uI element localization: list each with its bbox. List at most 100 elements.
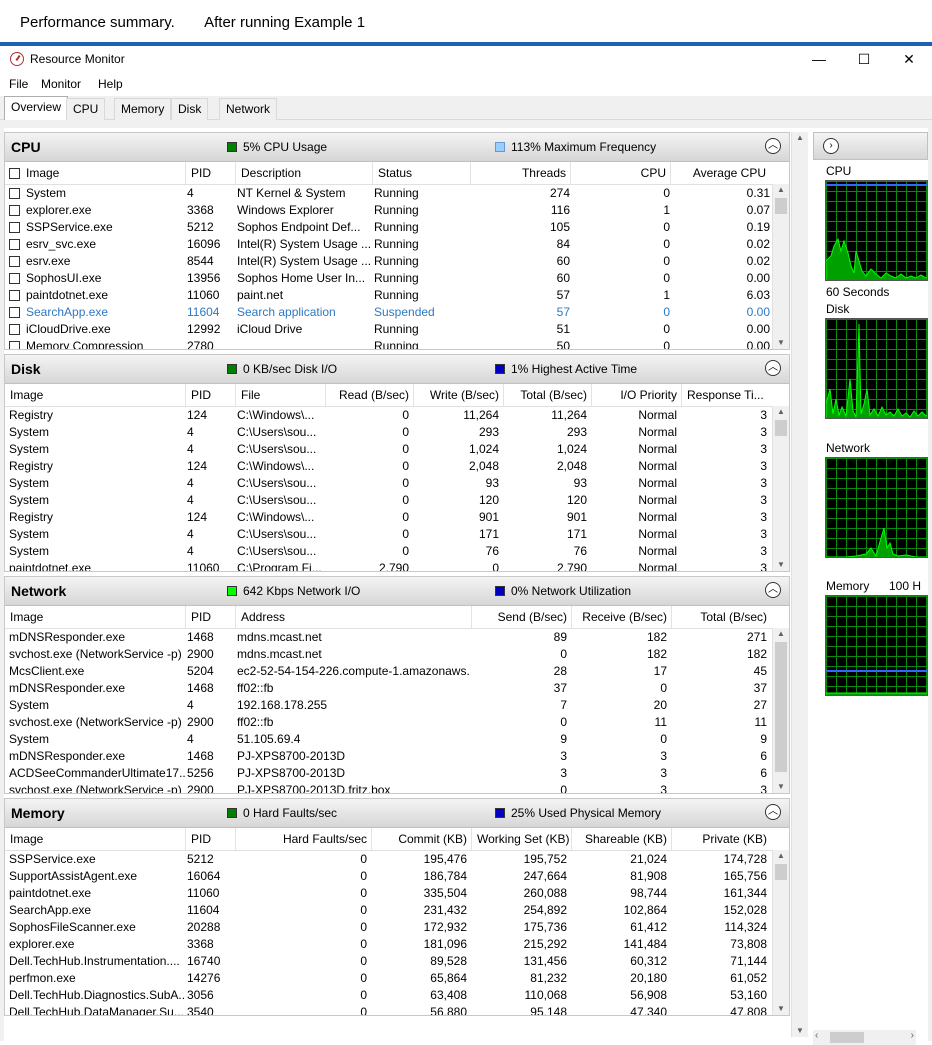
disk-col-response[interactable]: Response Ti... <box>681 384 771 406</box>
cpu-col-status[interactable]: Status <box>372 162 470 184</box>
cpu-col-pid[interactable]: PID <box>185 162 235 184</box>
net-col-receive[interactable]: Receive (B/sec) <box>571 606 671 628</box>
memory-section-header[interactable]: Memory 0 Hard Faults/sec 25% Used Physic… <box>5 799 789 828</box>
menu-monitor[interactable]: Monitor <box>41 77 81 91</box>
cpu-scrollbar[interactable]: ▲ ▼ <box>772 184 789 349</box>
net-col-send[interactable]: Send (B/sec) <box>471 606 571 628</box>
collapse-icon[interactable]: ︿ <box>765 582 781 598</box>
disk-table-row[interactable]: System 4 C:\Users\sou... 0 293 293 Normal 3 <box>5 424 789 441</box>
mem-col-image[interactable]: Image <box>5 828 185 850</box>
memory-table-row[interactable]: Dell.TechHub.Instrumentation.... 16740 0 89… <box>5 953 789 970</box>
memory-table-row[interactable]: SearchApp.exe 11604 0 231,432 254,892 102,864… <box>5 902 789 919</box>
disk-col-file[interactable]: File <box>235 384 325 406</box>
mem-col-pid[interactable]: PID <box>185 828 235 850</box>
row-checkbox[interactable] <box>9 205 20 216</box>
memory-scrollbar[interactable]: ▲ ▼ <box>772 850 789 1015</box>
memory-table-row[interactable]: SophosFileScanner.exe 20288 0 172,932 175,73… <box>5 919 789 936</box>
cpu-section-header[interactable]: CPU 5% CPU Usage 113% Maximum Frequency … <box>5 133 789 162</box>
minimize-button[interactable]: — <box>796 46 842 72</box>
memory-table-row[interactable]: Dell.TechHub.DataManager.Su... 3540 0 56,88… <box>5 1004 789 1015</box>
disk-col-priority[interactable]: I/O Priority <box>591 384 681 406</box>
collapse-icon[interactable]: ︿ <box>765 804 781 820</box>
row-checkbox[interactable] <box>9 239 20 250</box>
disk-col-pid[interactable]: PID <box>185 384 235 406</box>
disk-table-row[interactable]: Registry 124 C:\Windows\... 0 11,264 11,264 No… <box>5 407 789 424</box>
row-checkbox[interactable] <box>9 290 20 301</box>
disk-table-row[interactable]: System 4 C:\Users\sou... 0 76 76 Normal 3 <box>5 543 789 560</box>
cpu-table-row[interactable]: Memory Compression 2780 Running 50 0 0.00 <box>5 338 789 349</box>
disk-col-image[interactable]: Image <box>5 384 185 406</box>
memory-table-row[interactable]: SupportAssistAgent.exe 16064 0 186,784 247,6… <box>5 868 789 885</box>
cpu-table-row[interactable]: System 4 NT Kernel & System Running 274 0 0.31 <box>5 185 789 202</box>
disk-col-read[interactable]: Read (B/sec) <box>325 384 413 406</box>
network-table-row[interactable]: svchost.exe (NetworkService -p) 2900 mdns.… <box>5 646 789 663</box>
cpu-col-threads[interactable]: Threads <box>470 162 570 184</box>
memory-table-row[interactable]: SSPService.exe 5212 0 195,476 195,752 21,024 1… <box>5 851 789 868</box>
maximize-button[interactable]: ☐ <box>841 46 887 72</box>
disk-table-row[interactable]: System 4 C:\Users\sou... 0 120 120 Normal 3 <box>5 492 789 509</box>
graph-pane-hscroll[interactable]: ‹ › <box>813 1030 916 1045</box>
cpu-table-row[interactable]: SearchApp.exe 11604 Search application Susp… <box>5 304 789 321</box>
menu-help[interactable]: Help <box>98 77 123 91</box>
tab-cpu[interactable]: CPU <box>66 98 106 120</box>
network-table-row[interactable]: mDNSResponder.exe 1468 ff02::fb 37 0 37 <box>5 680 789 697</box>
main-scrollbar[interactable]: ▲ ▼ <box>791 132 808 1037</box>
disk-col-total[interactable]: Total (B/sec) <box>503 384 591 406</box>
tab-overview[interactable]: Overview <box>4 96 69 120</box>
row-checkbox[interactable] <box>9 324 20 335</box>
mem-col-hard-faults[interactable]: Hard Faults/sec <box>235 828 371 850</box>
disk-table-row[interactable]: paintdotnet.exe 11060 C:\Program Fi... 2,79… <box>5 560 789 571</box>
network-table-row[interactable]: McsClient.exe 5204 ec2-52-54-154-226.compu… <box>5 663 789 680</box>
net-col-address[interactable]: Address <box>235 606 471 628</box>
disk-table-row[interactable]: System 4 C:\Users\sou... 0 93 93 Normal 3 <box>5 475 789 492</box>
disk-table-row[interactable]: System 4 C:\Users\sou... 0 171 171 Normal 3 <box>5 526 789 543</box>
cpu-col-average-cpu[interactable]: Average CPU <box>670 162 770 184</box>
cpu-table-row[interactable]: explorer.exe 3368 Windows Explorer Running 1… <box>5 202 789 219</box>
cpu-table-row[interactable]: iCloudDrive.exe 12992 iCloud Drive Running 5… <box>5 321 789 338</box>
cpu-table-row[interactable]: SophosUI.exe 13956 Sophos Home User In... R… <box>5 270 789 287</box>
memory-table-row[interactable]: paintdotnet.exe 11060 0 335,504 260,088 98,74… <box>5 885 789 902</box>
network-table-row[interactable]: System 4 192.168.178.255 7 20 27 <box>5 697 789 714</box>
row-checkbox[interactable] <box>9 222 20 233</box>
disk-table-row[interactable]: Registry 124 C:\Windows\... 0 2,048 2,048 Norm… <box>5 458 789 475</box>
chevron-right-icon[interactable]: › <box>823 138 839 154</box>
row-checkbox[interactable] <box>9 273 20 284</box>
disk-section-header[interactable]: Disk 0 KB/sec Disk I/O 1% Highest Active… <box>5 355 789 384</box>
row-checkbox[interactable] <box>9 307 20 318</box>
cpu-table-row[interactable]: SSPService.exe 5212 Sophos Endpoint Def...… <box>5 219 789 236</box>
row-checkbox[interactable] <box>9 341 20 349</box>
memory-table-row[interactable]: Dell.TechHub.Diagnostics.SubA... 3056 0 63,… <box>5 987 789 1004</box>
cpu-col-image[interactable]: Image <box>5 162 182 184</box>
close-button[interactable]: ✕ <box>886 46 932 72</box>
select-all-checkbox[interactable] <box>9 168 20 179</box>
collapse-icon[interactable]: ︿ <box>765 138 781 154</box>
disk-table-row[interactable]: Registry 124 C:\Windows\... 0 901 901 Normal 3 <box>5 509 789 526</box>
net-col-pid[interactable]: PID <box>185 606 235 628</box>
cpu-table-row[interactable]: esrv_svc.exe 16096 Intel(R) System Usage .… <box>5 236 789 253</box>
cpu-table-row[interactable]: esrv.exe 8544 Intel(R) System Usage ... Run… <box>5 253 789 270</box>
disk-scrollbar[interactable]: ▲ ▼ <box>772 406 789 571</box>
network-table-row[interactable]: ACDSeeCommanderUltimate17.... 5256 PJ-XPS8… <box>5 765 789 782</box>
tab-memory[interactable]: Memory <box>114 98 172 120</box>
disk-col-write[interactable]: Write (B/sec) <box>413 384 503 406</box>
net-col-total[interactable]: Total (B/sec) <box>671 606 771 628</box>
memory-table-row[interactable]: perfmon.exe 14276 0 65,864 81,232 20,180 61,05… <box>5 970 789 987</box>
cpu-col-description[interactable]: Description <box>235 162 372 184</box>
mem-col-working-set[interactable]: Working Set (KB) <box>471 828 571 850</box>
network-table-row[interactable]: System 4 51.105.69.4 9 0 9 <box>5 731 789 748</box>
network-table-row[interactable]: svchost.exe (NetworkService -p) 2900 PJ-XP… <box>5 782 789 793</box>
disk-table-row[interactable]: System 4 C:\Users\sou... 0 1,024 1,024 Normal 3 <box>5 441 789 458</box>
menu-file[interactable]: File <box>9 77 28 91</box>
tab-network[interactable]: Network <box>219 98 278 120</box>
collapse-icon[interactable]: ︿ <box>765 360 781 376</box>
network-section-header[interactable]: Network 642 Kbps Network I/O 0% Network … <box>5 577 789 606</box>
mem-col-commit[interactable]: Commit (KB) <box>371 828 471 850</box>
memory-table-row[interactable]: explorer.exe 3368 0 181,096 215,292 141,484 73… <box>5 936 789 953</box>
row-checkbox[interactable] <box>9 188 20 199</box>
network-table-row[interactable]: svchost.exe (NetworkService -p) 2900 ff02:… <box>5 714 789 731</box>
mem-col-shareable[interactable]: Shareable (KB) <box>571 828 671 850</box>
tab-disk[interactable]: Disk <box>171 98 209 120</box>
row-checkbox[interactable] <box>9 256 20 267</box>
mem-col-private[interactable]: Private (KB) <box>671 828 771 850</box>
net-col-image[interactable]: Image <box>5 606 185 628</box>
